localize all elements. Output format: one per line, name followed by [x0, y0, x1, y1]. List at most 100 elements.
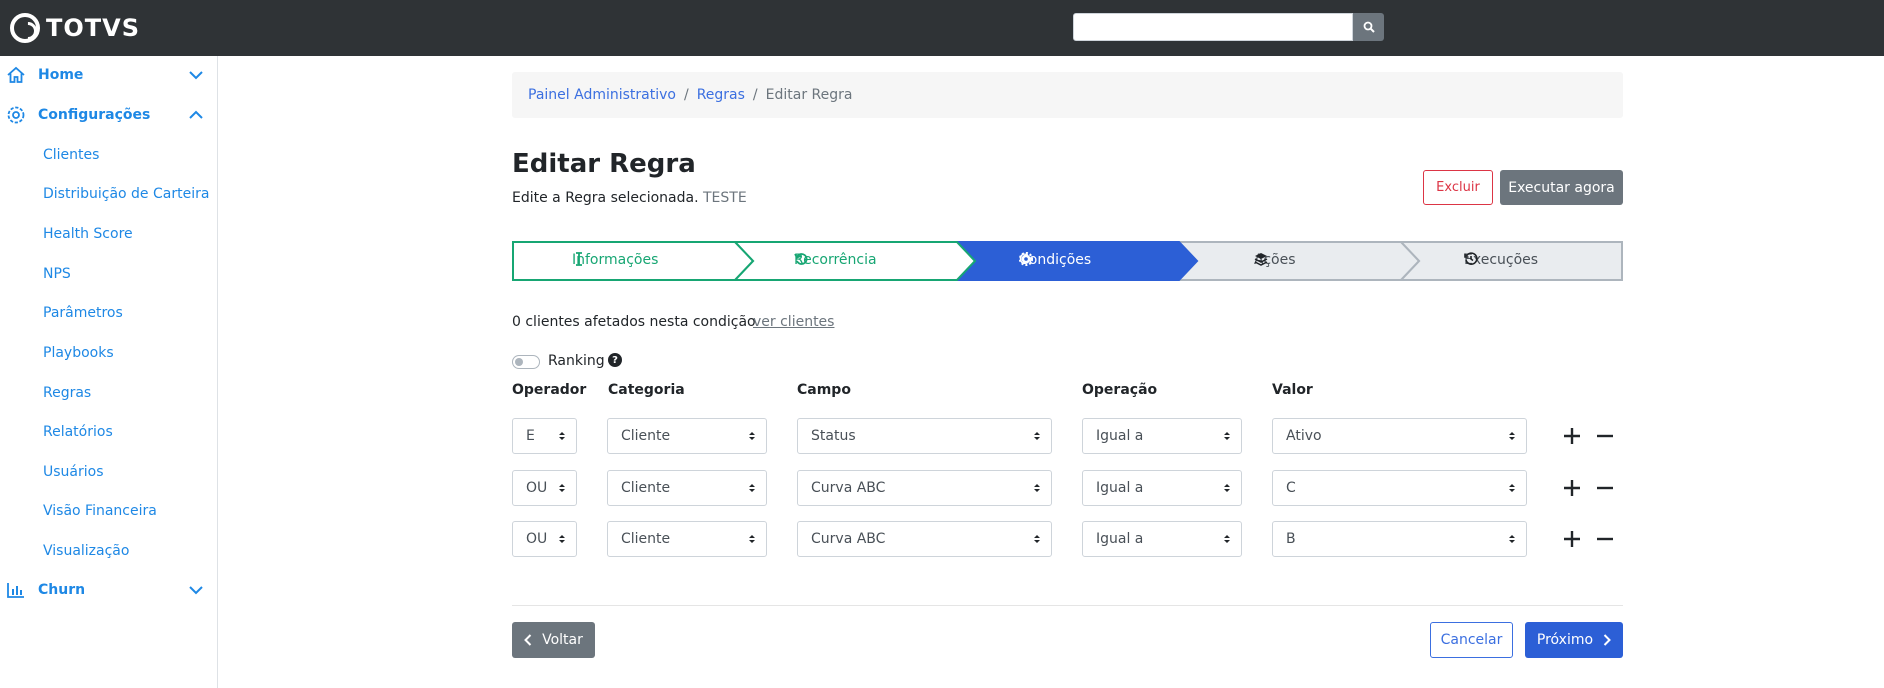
- select-caret-icon: [1034, 432, 1040, 440]
- operator-select[interactable]: OU: [512, 521, 577, 557]
- sidebar-item-health-score[interactable]: Health Score: [43, 226, 133, 242]
- category-select[interactable]: Cliente: [607, 418, 767, 454]
- select-value: B: [1286, 531, 1296, 547]
- bar-chart-icon: [7, 583, 24, 598]
- undo-icon: [794, 253, 808, 265]
- sidebar-group-label: Configurações: [38, 107, 151, 123]
- totvs-logo-icon: [10, 13, 40, 43]
- text-cursor-icon: [576, 252, 582, 266]
- select-value: Igual a: [1096, 480, 1144, 496]
- sidebar-item-relatorios[interactable]: Relatórios: [43, 424, 113, 440]
- step-recorrencia[interactable]: Recorrência: [794, 252, 877, 268]
- add-condition-icon[interactable]: [1562, 529, 1582, 549]
- back-button-label: Voltar: [542, 632, 583, 648]
- chevron-down-icon: [189, 586, 203, 595]
- sidebar-group-home[interactable]: Home: [0, 57, 218, 93]
- operation-select[interactable]: Igual a: [1082, 521, 1242, 557]
- sidebar-group-churn[interactable]: Churn: [0, 572, 218, 608]
- select-value: Igual a: [1096, 531, 1144, 547]
- add-condition-icon[interactable]: [1562, 426, 1582, 446]
- sidebar-item-visualizacao[interactable]: Visualização: [43, 543, 129, 559]
- sidebar-item-nps[interactable]: NPS: [43, 266, 71, 282]
- category-select[interactable]: Cliente: [607, 521, 767, 557]
- sidebar-group-configuracoes[interactable]: Configurações: [0, 97, 218, 133]
- add-condition-icon[interactable]: [1562, 478, 1582, 498]
- cancel-button[interactable]: Cancelar: [1430, 622, 1513, 658]
- select-value: Igual a: [1096, 428, 1144, 444]
- history-icon: [1464, 252, 1478, 265]
- select-caret-icon: [1224, 484, 1230, 492]
- chevron-left-icon: [524, 634, 532, 646]
- field-select[interactable]: Curva ABC: [797, 521, 1052, 557]
- step-condicoes[interactable]: Condições: [1019, 252, 1091, 268]
- totvs-logo[interactable]: TOTVS: [10, 13, 140, 43]
- ranking-toggle[interactable]: [512, 355, 540, 369]
- next-button[interactable]: Próximo: [1525, 622, 1623, 658]
- step-acoes[interactable]: Ações: [1254, 252, 1296, 268]
- column-header-operation: Operação: [1082, 382, 1158, 398]
- select-caret-icon: [559, 484, 565, 492]
- remove-condition-icon[interactable]: [1595, 529, 1615, 549]
- select-caret-icon: [1509, 535, 1515, 543]
- operation-select[interactable]: Igual a: [1082, 418, 1242, 454]
- affected-clients-text: 0 clientes afetados nesta condição: [512, 314, 756, 330]
- chevron-down-icon: [189, 71, 203, 80]
- select-caret-icon: [749, 535, 755, 543]
- sidebar: Home Configurações Clientes Distribuição…: [0, 56, 218, 688]
- delete-button[interactable]: Excluir: [1423, 170, 1493, 205]
- select-caret-icon: [559, 535, 565, 543]
- field-select[interactable]: Curva ABC: [797, 470, 1052, 506]
- category-select[interactable]: Cliente: [607, 470, 767, 506]
- field-select[interactable]: Status: [797, 418, 1052, 454]
- logo-text: TOTVS: [46, 14, 141, 42]
- select-caret-icon: [1034, 535, 1040, 543]
- remove-condition-icon[interactable]: [1595, 426, 1615, 446]
- rule-name: TESTE: [702, 190, 747, 206]
- select-caret-icon: [559, 432, 565, 440]
- sidebar-item-clientes[interactable]: Clientes: [43, 147, 99, 163]
- execute-now-button[interactable]: Executar agora: [1500, 170, 1623, 205]
- select-value: OU: [526, 480, 548, 496]
- select-caret-icon: [1224, 535, 1230, 543]
- search-button[interactable]: [1353, 13, 1384, 41]
- breadcrumb-current: Editar Regra: [765, 87, 853, 103]
- chevron-up-icon: [189, 110, 203, 119]
- value-select[interactable]: Ativo: [1272, 418, 1527, 454]
- sidebar-item-regras[interactable]: Regras: [43, 385, 91, 401]
- select-value: Cliente: [621, 531, 671, 547]
- column-header-value: Valor: [1272, 382, 1313, 398]
- sidebar-item-playbooks[interactable]: Playbooks: [43, 345, 114, 361]
- select-value: OU: [526, 531, 548, 547]
- select-caret-icon: [1509, 432, 1515, 440]
- sidebar-group-label: Home: [38, 67, 84, 83]
- question-circle-icon[interactable]: ?: [608, 353, 622, 367]
- breadcrumb-link-painel[interactable]: Painel Administrativo: [528, 87, 676, 103]
- select-caret-icon: [749, 432, 755, 440]
- sidebar-item-parametros[interactable]: Parâmetros: [43, 305, 123, 321]
- view-clients-link[interactable]: ver clientes: [753, 314, 834, 330]
- select-caret-icon: [1224, 432, 1230, 440]
- breadcrumb-separator: /: [752, 87, 758, 103]
- step-execucoes[interactable]: Execuções: [1464, 252, 1538, 268]
- sidebar-item-usuarios[interactable]: Usuários: [43, 464, 104, 480]
- ranking-label: Ranking: [548, 353, 605, 369]
- value-select[interactable]: B: [1272, 521, 1527, 557]
- column-header-operator: Operador: [512, 382, 587, 398]
- sidebar-item-visao-financeira[interactable]: Visão Financeira: [43, 503, 157, 519]
- sidebar-item-distribuicao-de-carteira[interactable]: Distribuição de Carteira: [43, 186, 209, 202]
- footer-divider: [512, 605, 1623, 606]
- back-button[interactable]: Voltar: [512, 622, 595, 658]
- top-navbar: TOTVS: [0, 0, 1884, 56]
- search-input[interactable]: [1073, 13, 1353, 41]
- select-value: Ativo: [1286, 428, 1322, 444]
- remove-condition-icon[interactable]: [1595, 478, 1615, 498]
- select-value: Cliente: [621, 428, 671, 444]
- operator-select[interactable]: OU: [512, 470, 577, 506]
- operation-select[interactable]: Igual a: [1082, 470, 1242, 506]
- select-caret-icon: [749, 484, 755, 492]
- page-subtitle: Edite a Regra selecionada. TESTE: [512, 190, 747, 206]
- breadcrumb-link-regras[interactable]: Regras: [697, 87, 745, 103]
- value-select[interactable]: C: [1272, 470, 1527, 506]
- operator-select[interactable]: E: [512, 418, 577, 454]
- step-informacoes[interactable]: Informações: [572, 252, 658, 268]
